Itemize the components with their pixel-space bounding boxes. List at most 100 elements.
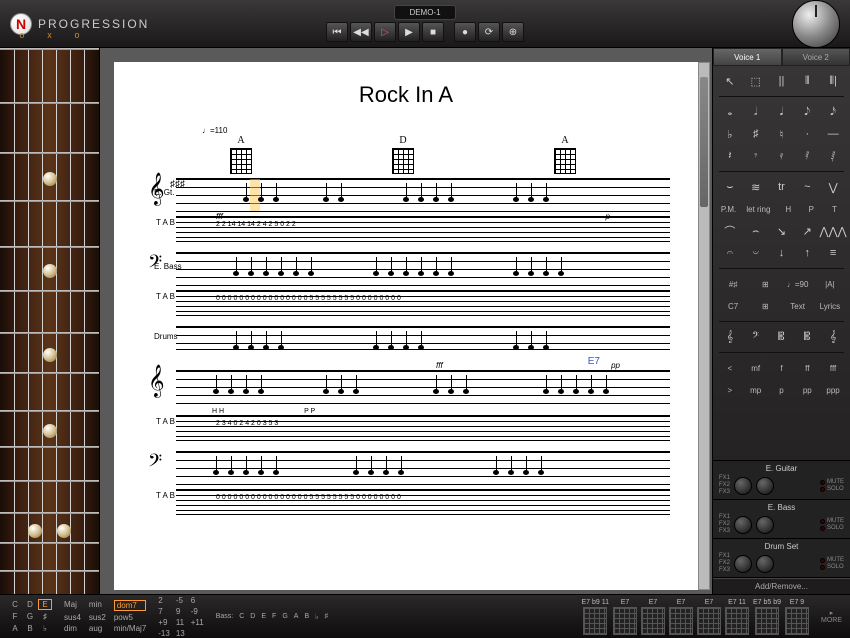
palette-symbol-button[interactable]: ≋: [746, 178, 766, 196]
fretboard-panel[interactable]: oxo: [0, 48, 100, 594]
rewind-button[interactable]: ⏮: [326, 22, 348, 42]
root-note-button[interactable]: F: [8, 611, 22, 622]
chord-quality-button[interactable]: sus4: [64, 613, 81, 622]
volume-knob[interactable]: [756, 477, 774, 495]
mute-button[interactable]: MUTE: [820, 518, 844, 524]
bass-note-button[interactable]: B: [304, 613, 309, 621]
chord-quality-button[interactable]: sus2: [89, 613, 106, 622]
tension-button[interactable]: +9: [158, 618, 170, 627]
tap-button[interactable]: T: [825, 200, 844, 218]
mute-button[interactable]: MUTE: [820, 479, 844, 485]
fx-slot[interactable]: FX3: [719, 489, 730, 496]
song-name-display[interactable]: DEMO-1: [394, 5, 455, 20]
palette-symbol-button[interactable]: ~: [797, 178, 817, 196]
palette-symbol-button[interactable]: ⦀|: [823, 72, 843, 90]
palette-symbol-button[interactable]: 𝄢: [746, 328, 766, 346]
chord-voicing-button[interactable]: E7 b9 11: [581, 599, 609, 635]
palette-symbol-button[interactable]: tr: [771, 178, 791, 196]
tension-button[interactable]: 7: [158, 607, 170, 616]
root-note-button[interactable]: G: [23, 611, 37, 622]
fx-slot[interactable]: FX1: [719, 553, 730, 560]
palette-symbol-button[interactable]: ↘: [771, 222, 791, 240]
root-note-button[interactable]: B: [23, 623, 37, 634]
tension-button[interactable]: 2: [158, 596, 170, 605]
bass-note-button[interactable]: F: [272, 613, 276, 621]
palette-symbol-button[interactable]: Lyrics: [820, 297, 840, 315]
chord-marker[interactable]: E7: [588, 356, 600, 367]
palette-symbol-button[interactable]: 𝄿: [771, 147, 791, 165]
chord-voicing-button[interactable]: E7: [669, 599, 693, 635]
palette-symbol-button[interactable]: 𝅘𝅥𝅮: [797, 103, 817, 121]
chord-quality-button[interactable]: pow5: [114, 613, 146, 622]
palette-symbol-button[interactable]: 𝄞: [720, 328, 740, 346]
palette-symbol-button[interactable]: ⬚: [746, 72, 766, 90]
chord-quality-button[interactable]: aug: [89, 624, 106, 633]
palette-symbol-button[interactable]: ||: [771, 72, 791, 90]
palette-symbol-button[interactable]: 𝄾: [746, 147, 766, 165]
notation-staff[interactable]: 𝄢: [176, 252, 670, 286]
mute-button[interactable]: MUTE: [820, 557, 844, 563]
notation-staff[interactable]: 𝄞 ♯♯♯ fff p: [176, 178, 670, 212]
metronome-button[interactable]: ⊕: [502, 22, 524, 42]
palette-symbol-button[interactable]: 𝅀: [797, 147, 817, 165]
solo-button[interactable]: SOLO: [820, 564, 844, 570]
chord-quality-button[interactable]: min: [89, 600, 106, 611]
volume-knob[interactable]: [792, 0, 840, 48]
palette-symbol-button[interactable]: ⌣: [720, 178, 740, 196]
tab-staff[interactable]: T A B 2 2 14 14 14 2 4 2 5 0 2 2: [176, 216, 670, 242]
fast-rewind-button[interactable]: ◀◀: [350, 22, 372, 42]
chord-quality-button[interactable]: dim: [64, 624, 81, 633]
palette-symbol-button[interactable]: ⌢: [746, 222, 766, 240]
solo-button[interactable]: SOLO: [820, 486, 844, 492]
palette-symbol-button[interactable]: 𝄐: [720, 244, 740, 262]
chord-marker[interactable]: A: [554, 135, 576, 174]
palette-symbol-button[interactable]: ♭: [720, 125, 740, 143]
play-from-start-button[interactable]: ▷: [374, 22, 396, 42]
fx-slot[interactable]: FX3: [719, 567, 730, 574]
chord-voicing-button[interactable]: E7 b5 b9: [753, 599, 781, 635]
palette-symbol-button[interactable]: |A|: [820, 275, 840, 293]
palette-symbol-button[interactable]: ⊞: [755, 275, 775, 293]
palette-symbol-button[interactable]: f: [771, 359, 791, 377]
voice-1-tab[interactable]: Voice 1: [713, 48, 782, 66]
tension-button[interactable]: 6: [191, 596, 204, 605]
volume-knob[interactable]: [756, 555, 774, 573]
play-button[interactable]: ▶: [398, 22, 420, 42]
bass-note-button[interactable]: D: [250, 613, 255, 621]
chord-quality-button[interactable]: Maj: [64, 600, 81, 611]
palette-symbol-button[interactable]: ≡: [823, 244, 843, 262]
palette-symbol-button[interactable]: 𝄞: [823, 328, 843, 346]
bass-note-button[interactable]: ♭: [315, 613, 318, 621]
voice-2-tab[interactable]: Voice 2: [782, 48, 850, 66]
palette-symbol-button[interactable]: fff: [823, 359, 843, 377]
root-note-button[interactable]: D: [23, 599, 37, 610]
scroll-thumb[interactable]: [700, 77, 708, 207]
palette-symbol-button[interactable]: ff: [797, 359, 817, 377]
notation-staff[interactable]: 𝄞 fff pp: [176, 370, 670, 404]
record-button[interactable]: ●: [454, 22, 476, 42]
solo-button[interactable]: SOLO: [820, 525, 844, 531]
palette-symbol-button[interactable]: 𝄡: [797, 328, 817, 346]
chord-quality-button[interactable]: dom7: [114, 600, 146, 611]
chord-voicing-button[interactable]: E7 11: [725, 599, 749, 635]
chord-voicing-button[interactable]: E7 9: [785, 599, 809, 635]
palette-symbol-button[interactable]: 𝅗𝅥: [746, 103, 766, 121]
palette-symbol-button[interactable]: 𝄽: [720, 147, 740, 165]
fx-slot[interactable]: FX2: [719, 482, 730, 489]
tension-button[interactable]: +11: [191, 618, 204, 627]
palette-symbol-button[interactable]: ppp: [823, 381, 843, 399]
pull-off-button[interactable]: P: [802, 200, 821, 218]
palette-symbol-button[interactable]: #♯: [723, 275, 743, 293]
palette-symbol-button[interactable]: >: [720, 381, 740, 399]
chord-marker[interactable]: A: [230, 135, 252, 174]
palette-symbol-button[interactable]: mf: [746, 359, 766, 377]
palette-symbol-button[interactable]: C7: [723, 297, 743, 315]
add-remove-button[interactable]: Add/Remove...: [713, 578, 850, 594]
palette-symbol-button[interactable]: ↗: [797, 222, 817, 240]
hammer-on-button[interactable]: H: [779, 200, 798, 218]
palette-symbol-button[interactable]: ♮: [771, 125, 791, 143]
vertical-scrollbar[interactable]: [698, 62, 710, 590]
chord-quality-button[interactable]: min/Maj7: [114, 624, 146, 633]
palette-symbol-button[interactable]: ⦀: [797, 72, 817, 90]
tension-button[interactable]: -9: [191, 607, 204, 616]
